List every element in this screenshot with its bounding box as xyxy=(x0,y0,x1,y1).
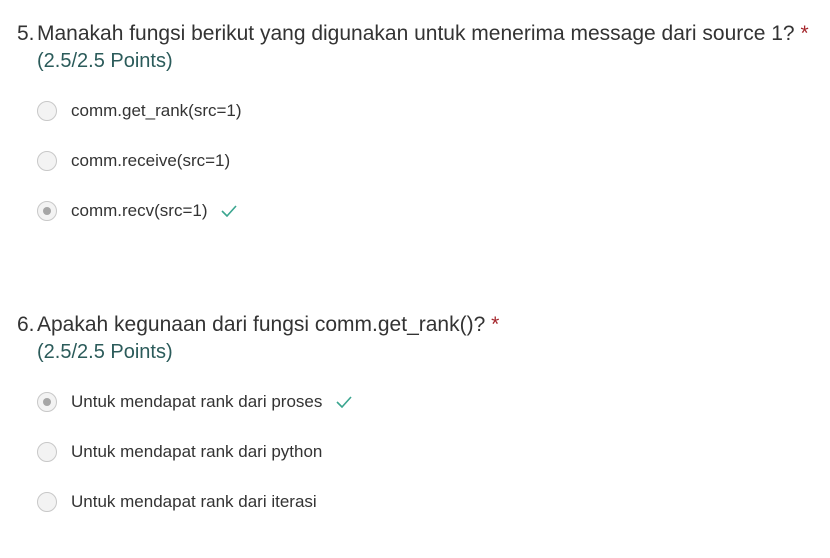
checkmark-icon xyxy=(221,205,238,217)
answer-option[interactable]: comm.receive(src=1) xyxy=(37,147,230,175)
option-label: comm.get_rank(src=1) xyxy=(71,101,242,120)
question-number: 5. xyxy=(17,22,35,45)
radio-button[interactable] xyxy=(37,101,57,121)
radio-button[interactable] xyxy=(37,151,57,171)
question-title: 6. Apakah kegunaan dari fungsi comm.get_r… xyxy=(17,311,499,339)
radio-button[interactable] xyxy=(37,442,57,462)
required-asterisk: * xyxy=(800,22,809,45)
option-label: Untuk mendapat rank dari python xyxy=(71,442,323,461)
question-text: Manakah fungsi berikut yang digunakan un… xyxy=(37,22,795,45)
question-points: (2.5/2.5 Points) xyxy=(37,50,173,72)
option-label: comm.recv(src=1) xyxy=(71,201,208,220)
question-title: 5. Manakah fungsi berikut yang digunakan … xyxy=(17,20,809,48)
radio-button-selected[interactable] xyxy=(37,201,57,221)
radio-button-selected[interactable] xyxy=(37,392,57,412)
option-label: Untuk mendapat rank dari iterasi xyxy=(71,492,317,511)
answer-option[interactable]: Untuk mendapat rank dari python xyxy=(37,438,322,466)
answer-option[interactable]: Untuk mendapat rank dari iterasi xyxy=(37,488,317,516)
question-points: (2.5/2.5 Points) xyxy=(37,341,173,363)
checkmark-icon xyxy=(336,396,352,408)
option-label: Untuk mendapat rank dari proses xyxy=(71,392,323,411)
answer-option[interactable]: Untuk mendapat rank dari proses xyxy=(37,388,352,416)
answer-option[interactable]: comm.recv(src=1) xyxy=(37,197,238,225)
question-number: 6. xyxy=(17,313,35,336)
answer-option[interactable]: comm.get_rank(src=1) xyxy=(37,97,242,125)
option-label: comm.receive(src=1) xyxy=(71,151,231,170)
radio-button[interactable] xyxy=(37,492,57,512)
required-asterisk: * xyxy=(491,313,500,336)
question-text: Apakah kegunaan dari fungsi comm.get_ran… xyxy=(37,313,486,336)
